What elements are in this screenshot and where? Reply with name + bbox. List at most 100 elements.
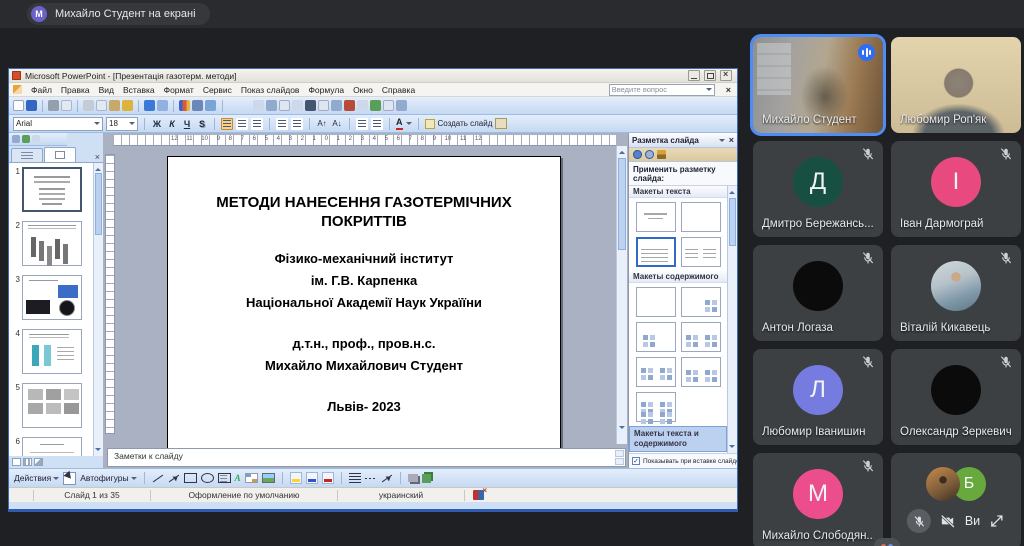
chevron-down-icon[interactable] <box>718 138 725 145</box>
self-tile[interactable]: Б Ви <box>891 453 1021 546</box>
participant-tile[interactable]: М Михайло Слободян... <box>753 453 883 546</box>
shadow-style-icon[interactable] <box>407 474 418 482</box>
menu-formula[interactable]: Формула <box>308 85 344 95</box>
question-input[interactable]: Введите вопрос <box>608 83 715 96</box>
participant-tile[interactable]: І Іван Дармограй <box>891 141 1021 237</box>
diagram-icon[interactable] <box>244 473 258 483</box>
scroll-up-icon[interactable] <box>729 188 735 194</box>
participant-tile[interactable]: Любомир Роп'як <box>891 37 1021 133</box>
task-pane-close-icon[interactable]: × <box>729 135 734 145</box>
insert-picture-icon[interactable] <box>261 473 275 483</box>
equation-icon[interactable] <box>279 100 290 111</box>
normal-view-button[interactable] <box>12 458 21 466</box>
close-button[interactable] <box>720 69 732 81</box>
slide-design-icon[interactable] <box>495 118 508 129</box>
menu-file[interactable]: Файл <box>31 85 52 95</box>
slide-thumbnail[interactable] <box>22 221 82 266</box>
scroll-down-icon[interactable] <box>615 458 624 465</box>
italic-button[interactable]: К <box>166 118 178 130</box>
increase-indent-button[interactable] <box>371 117 383 130</box>
underline-button[interactable]: Ч <box>181 118 193 130</box>
format-painter-icon[interactable] <box>122 100 133 111</box>
slide-title[interactable]: МЕТОДИ НАНЕСЕННЯ ГАЗОТЕРМІЧНИХ ПОКРИТТІВ <box>194 193 534 231</box>
slide-sorter-view-button[interactable] <box>23 458 32 466</box>
font-name-select[interactable]: Arial <box>13 116 103 131</box>
review-icon[interactable] <box>22 135 30 143</box>
increase-font-button[interactable]: A↑ <box>316 118 328 130</box>
checkbox-checked-icon[interactable]: ✓ <box>632 457 640 465</box>
layout-thumbnail[interactable] <box>680 237 721 267</box>
copy-icon[interactable] <box>96 100 107 111</box>
line-icon[interactable] <box>152 474 163 482</box>
cut-icon[interactable] <box>83 100 94 111</box>
previous-slide-icon[interactable] <box>619 148 625 154</box>
next-slide-icon[interactable] <box>619 426 625 432</box>
font-color-icon[interactable] <box>321 472 334 484</box>
insert-chart-icon[interactable] <box>179 100 190 111</box>
slide-thumbnail-row[interactable]: 2 <box>11 221 93 266</box>
print-icon[interactable] <box>48 100 59 111</box>
threed-style-icon[interactable] <box>421 473 431 483</box>
bullet-list-button[interactable] <box>291 117 303 130</box>
menu-help[interactable]: Справка <box>382 85 415 95</box>
shadow-button[interactable]: S <box>196 118 208 130</box>
participant-tile[interactable]: Віталій Кикавець <box>891 245 1021 341</box>
layout-thumbnail[interactable] <box>635 392 676 422</box>
equation-icon[interactable] <box>344 100 355 111</box>
arrow-icon[interactable] <box>168 474 179 482</box>
scroll-up-icon[interactable] <box>95 165 101 171</box>
equation-icon[interactable] <box>318 100 329 111</box>
home-icon[interactable] <box>657 150 666 159</box>
slide-thumbnail[interactable] <box>22 167 82 212</box>
bold-button[interactable]: Ж <box>151 118 163 130</box>
equation-icon[interactable] <box>383 100 394 111</box>
equation-icon[interactable] <box>331 100 342 111</box>
participant-tile[interactable]: Антон Логаза <box>753 245 883 341</box>
slide-thumbnail-row[interactable]: 1 <box>11 167 93 212</box>
arrow-style-icon[interactable] <box>381 474 392 482</box>
layout-thumbnail[interactable] <box>680 287 721 317</box>
undo-icon[interactable] <box>144 100 155 111</box>
tab-slides[interactable] <box>44 147 76 162</box>
reactions-overflow-badge[interactable] <box>874 538 900 546</box>
scrollbar-thumb[interactable] <box>95 173 102 235</box>
participant-tile[interactable]: Михайло Студент <box>753 37 883 133</box>
show-on-insert-checkbox[interactable]: ✓ Показывать при вставке слайдов <box>629 453 737 468</box>
equation-icon[interactable] <box>357 100 368 111</box>
line-style-icon[interactable] <box>348 473 361 483</box>
minimize-button[interactable] <box>688 70 700 81</box>
line-color-icon[interactable] <box>305 472 318 484</box>
align-left-button[interactable] <box>221 117 233 130</box>
equation-icon[interactable] <box>305 100 316 111</box>
save-icon[interactable] <box>26 100 37 111</box>
equation-icon[interactable] <box>292 100 303 111</box>
slide-thumbnail-row[interactable]: 5 <box>11 383 93 428</box>
menu-format[interactable]: Формат <box>164 85 194 95</box>
new-slide-button[interactable]: Создать слайд <box>424 118 492 129</box>
slide-thumbnail[interactable] <box>22 383 82 428</box>
layout-thumbnail[interactable] <box>635 322 676 352</box>
menu-tools[interactable]: Сервис <box>203 85 232 95</box>
layout-thumbnail[interactable] <box>635 202 676 232</box>
paste-icon[interactable] <box>109 100 120 111</box>
scrollbar-thumb[interactable] <box>729 198 736 246</box>
panel-close-icon[interactable]: × <box>95 152 100 162</box>
font-size-select[interactable]: 18 <box>106 116 138 131</box>
redo-icon[interactable] <box>157 100 168 111</box>
actions-menu[interactable]: Действия <box>14 473 60 483</box>
scroll-down-icon[interactable] <box>729 445 735 451</box>
print-preview-icon[interactable] <box>61 100 72 111</box>
equation-icon[interactable] <box>266 100 277 111</box>
zoom-icon[interactable] <box>205 100 216 111</box>
slide-thumbnail[interactable] <box>22 329 82 374</box>
equation-icon[interactable] <box>396 100 407 111</box>
insert-table-icon[interactable] <box>192 100 203 111</box>
slide-thumbnail-row[interactable]: 3 <box>11 275 93 320</box>
text-box-icon[interactable] <box>217 473 231 483</box>
align-right-button[interactable] <box>251 117 263 130</box>
layout-thumbnail[interactable] <box>680 357 721 387</box>
layout-thumbnail[interactable] <box>635 357 676 387</box>
slideshow-button[interactable] <box>34 458 43 466</box>
chevron-down-icon[interactable] <box>705 88 712 94</box>
forward-icon[interactable] <box>645 150 654 159</box>
